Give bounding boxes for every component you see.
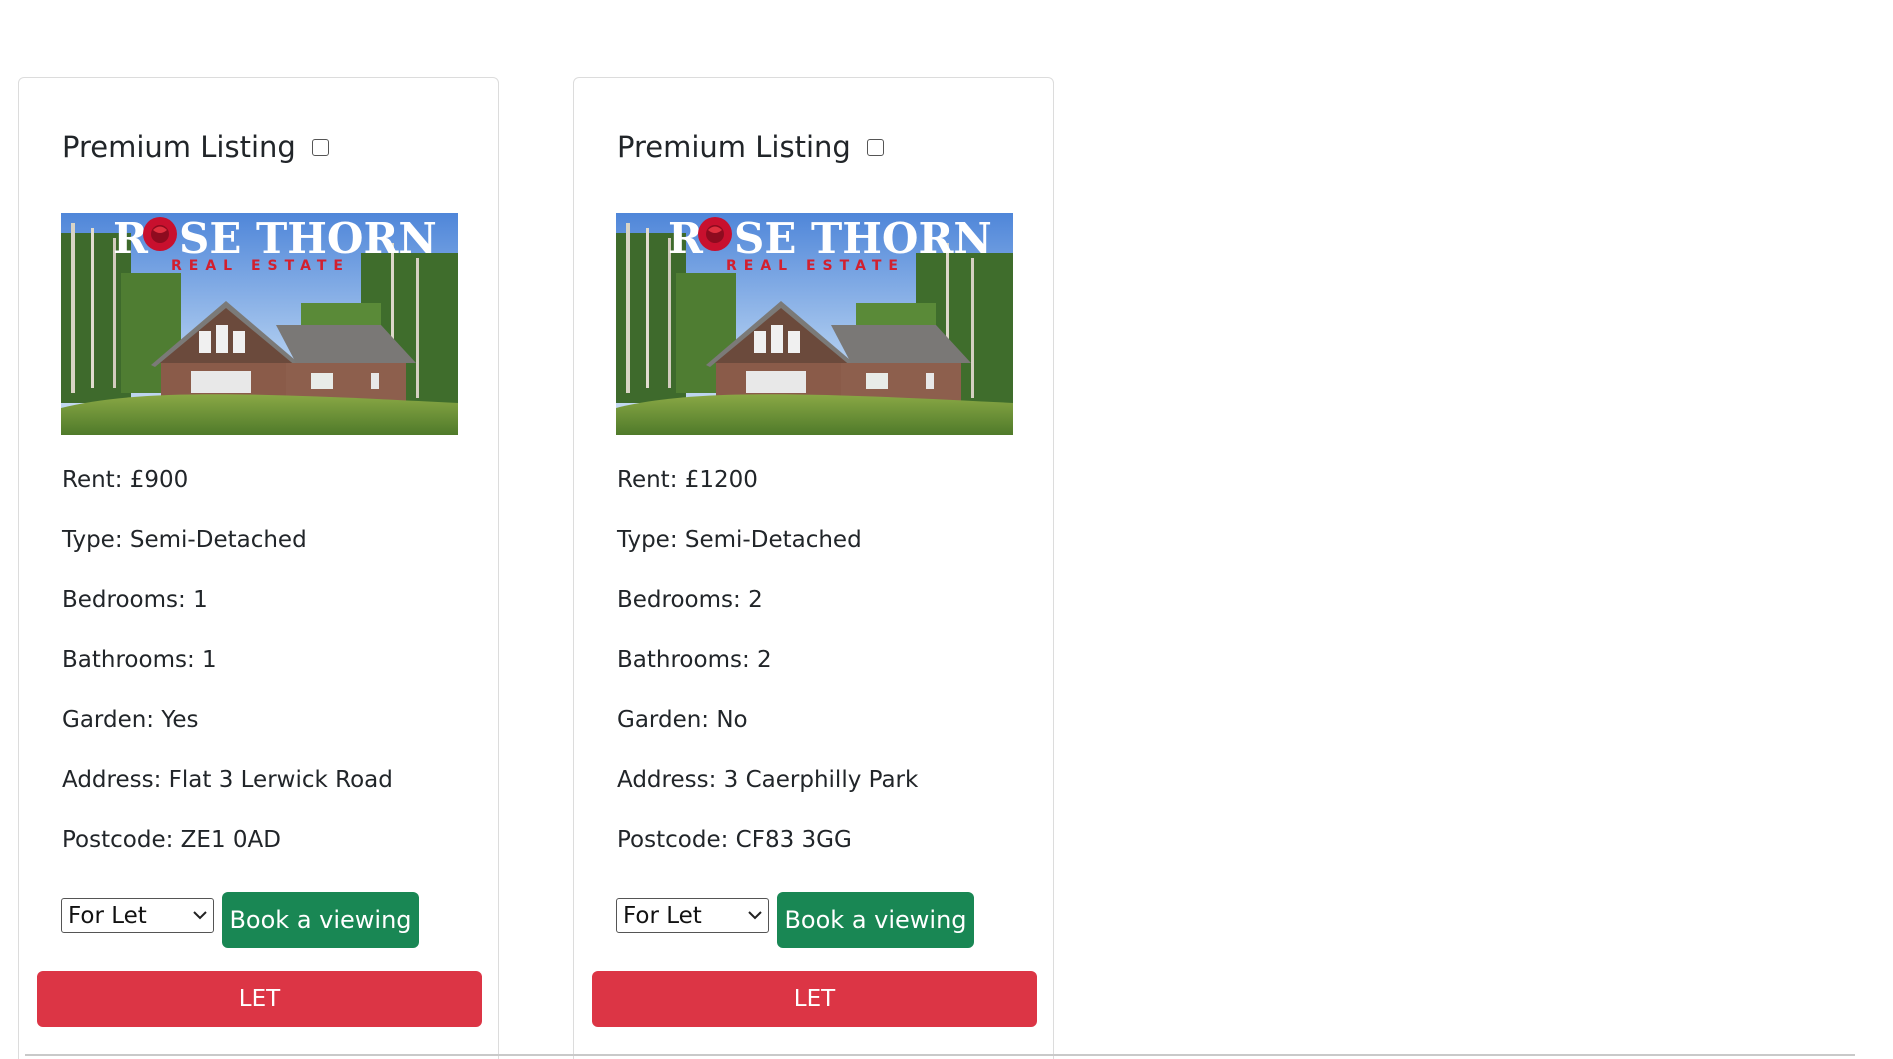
logo-letter-r: R: [113, 214, 149, 263]
premium-listing-checkbox[interactable]: [311, 138, 329, 156]
status-select-value: For Let: [68, 902, 147, 929]
bedrooms-text: Bedrooms: 2: [617, 587, 763, 613]
premium-listing-label: Premium Listing: [62, 130, 296, 164]
status-select[interactable]: For Let: [61, 898, 214, 933]
premium-row: Premium Listing: [62, 130, 329, 164]
let-button[interactable]: LET: [37, 971, 482, 1027]
premium-listing-label: Premium Listing: [617, 130, 851, 164]
rent-text: Rent: £1200: [617, 467, 758, 493]
listing-card: Premium Listing R SE THORN REAL ESTATE R…: [18, 77, 499, 1059]
logo-wordmark: SE THORN: [734, 214, 992, 263]
logo-letter-r: R: [668, 214, 704, 263]
rent-text: Rent: £900: [62, 467, 189, 493]
logo-subtitle: REAL ESTATE: [726, 258, 905, 274]
logo-subtitle: REAL ESTATE: [171, 258, 350, 274]
address-text: Address: Flat 3 Lerwick Road: [62, 767, 393, 793]
type-text: Type: Semi-Detached: [617, 527, 862, 553]
bathrooms-text: Bathrooms: 2: [617, 647, 772, 673]
listing-card: Premium Listing R SE THORN REAL ESTATE R…: [573, 77, 1054, 1059]
listings-page: Premium Listing R SE THORN REAL ESTATE R…: [0, 0, 1893, 1059]
logo-wordmark: SE THORN: [179, 214, 437, 263]
bedrooms-text: Bedrooms: 1: [62, 587, 208, 613]
postcode-text: Postcode: ZE1 0AD: [62, 827, 281, 853]
chevron-down-icon: [187, 899, 213, 932]
book-viewing-button[interactable]: Book a viewing: [222, 892, 419, 948]
garden-text: Garden: No: [617, 707, 748, 733]
bathrooms-text: Bathrooms: 1: [62, 647, 217, 673]
book-viewing-button[interactable]: Book a viewing: [777, 892, 974, 948]
status-select[interactable]: For Let: [616, 898, 769, 933]
property-photo: R SE THORN REAL ESTATE: [61, 213, 458, 435]
type-text: Type: Semi-Detached: [62, 527, 307, 553]
property-photo: R SE THORN REAL ESTATE: [616, 213, 1013, 435]
let-button[interactable]: LET: [592, 971, 1037, 1027]
premium-listing-checkbox[interactable]: [866, 138, 884, 156]
garden-text: Garden: Yes: [62, 707, 199, 733]
listing-details: Rent: £900 Type: Semi-Detached Bedrooms:…: [62, 464, 393, 884]
horizontal-scrollbar[interactable]: [25, 1054, 1855, 1056]
address-text: Address: 3 Caerphilly Park: [617, 767, 919, 793]
listing-details: Rent: £1200 Type: Semi-Detached Bedrooms…: [617, 464, 918, 884]
postcode-text: Postcode: CF83 3GG: [617, 827, 852, 853]
status-select-value: For Let: [623, 902, 702, 929]
chevron-down-icon: [742, 899, 768, 932]
premium-row: Premium Listing: [617, 130, 884, 164]
